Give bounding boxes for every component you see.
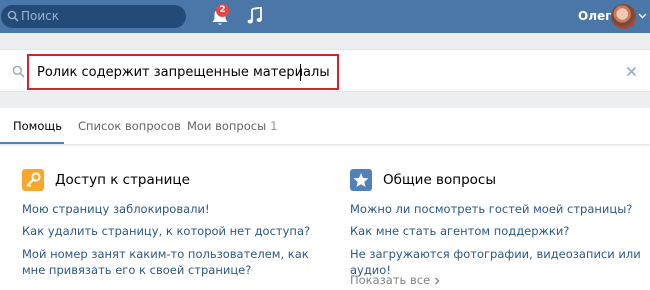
help-search-query: Ролик содержит запрещенные материалы [37, 65, 330, 80]
show-all-label: Показать все [350, 273, 431, 287]
help-search-bar: Ролик содержит запрещенные материалы [0, 49, 650, 92]
help-search-input[interactable]: Ролик содержит запрещенные материалы [27, 54, 339, 90]
search-icon [12, 65, 25, 78]
star-icon [350, 169, 372, 191]
user-avatar[interactable] [611, 4, 636, 29]
help-link[interactable]: Можно ли посмотреть гостей моей страницы… [350, 201, 632, 217]
user-name[interactable]: Олег [578, 9, 611, 23]
help-link[interactable]: Как мне стать агентом поддержки? [350, 223, 569, 239]
help-tabs: Помощь Список вопросов Мои вопросы 1 [0, 108, 650, 145]
tab-my-questions[interactable]: Мои вопросы 1 [187, 119, 278, 133]
help-content: Доступ к странице Мою страницу заблокиро… [0, 146, 650, 290]
section-title-page-access: Доступ к странице [55, 172, 190, 188]
tab-help[interactable]: Помощь [13, 119, 62, 133]
chevron-right-icon [434, 277, 440, 284]
help-link[interactable]: Мой номер занят каким-то пользователем, … [22, 246, 317, 278]
chevron-down-icon[interactable] [638, 13, 647, 19]
show-all-link[interactable]: Показать все [350, 273, 440, 287]
text-cursor [300, 64, 301, 81]
section-title-general-questions: Общие вопросы [383, 172, 496, 188]
top-navigation-bar: Поиск 2 Олег [0, 0, 650, 33]
close-icon[interactable] [626, 66, 637, 77]
global-search-input[interactable]: Поиск [1, 5, 186, 28]
notifications-count-badge: 2 [216, 4, 229, 17]
my-questions-count: 1 [270, 119, 278, 133]
search-icon [7, 10, 19, 22]
tab-my-questions-label: Мои вопросы [187, 119, 267, 133]
active-tab-indicator [0, 142, 64, 144]
search-placeholder: Поиск [21, 9, 60, 23]
help-link[interactable]: Мою страницу заблокировали! [22, 201, 210, 217]
help-link[interactable]: Как удалить страницу, к которой нет дост… [22, 223, 310, 239]
key-icon [22, 169, 44, 191]
music-icon[interactable] [247, 7, 263, 25]
tab-questions-list[interactable]: Список вопросов [78, 119, 181, 133]
